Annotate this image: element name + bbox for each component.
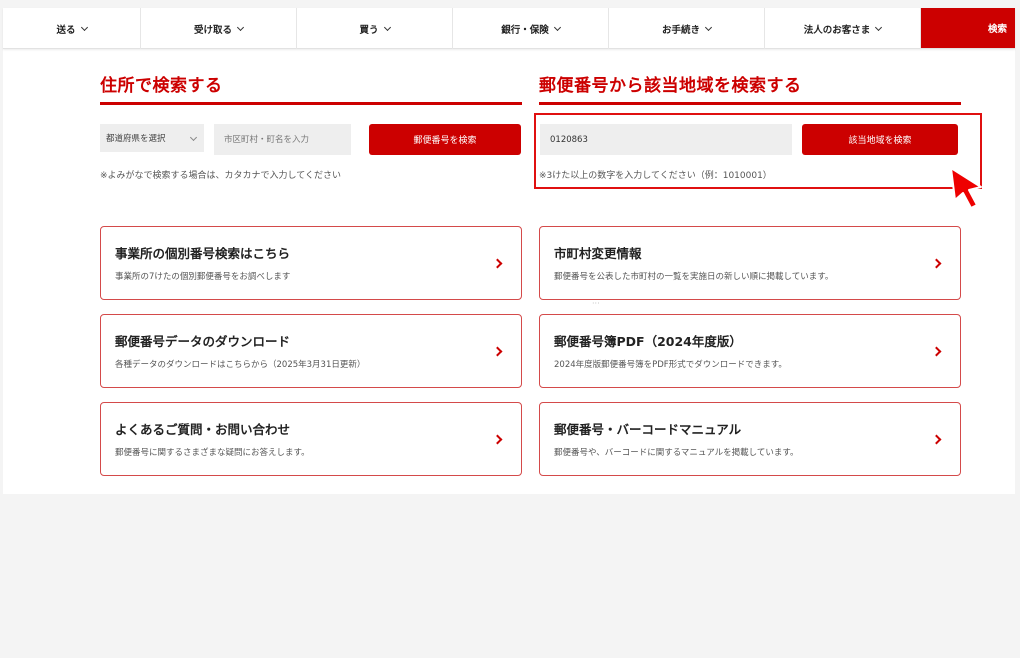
nav-item-label: 受け取る [193, 24, 232, 36]
nav-item-label: 法人のお客さま [803, 24, 871, 36]
card-desc: 郵便番号を公表した市町村の一覧を実施日の新しい順に掲載しています。 [554, 272, 834, 282]
card-desc: 2024年度版郵便番号簿をPDF形式でダウンロードできます。 [554, 360, 787, 370]
card-title: よくあるご質問・お問い合わせ [115, 422, 291, 437]
nav-item-label: 銀行・保険 [501, 24, 549, 36]
card-desc: 郵便番号や、バーコードに関するマニュアルを掲載しています。 [554, 448, 799, 458]
chevron-down-icon [189, 133, 198, 142]
nav-item-corporate[interactable]: 法人のお客さま [765, 8, 921, 49]
chevron-right-icon [931, 346, 942, 357]
chevron-down-icon [80, 23, 88, 31]
zip-code-input[interactable] [540, 124, 792, 155]
pointer-cursor-icon [950, 167, 982, 209]
address-search-rule [100, 102, 522, 105]
chevron-right-icon [492, 434, 503, 445]
zip-search-rule [539, 102, 961, 105]
card-desc: 郵便番号に関するさまざまな疑問にお答えします。 [115, 448, 310, 458]
search-area-button[interactable]: 該当地域を検索 [802, 124, 958, 155]
card-data-download[interactable]: 郵便番号データのダウンロード 各種データのダウンロードはこちらから（2025年3… [100, 314, 522, 388]
prefecture-select-value: 都道府県を選択 [106, 134, 166, 144]
address-search-note: ※よみがなで検索する場合は、カタカナで入力してください [100, 171, 342, 181]
card-zip-book-pdf[interactable]: 郵便番号簿PDF（2024年度版） 2024年度版郵便番号簿をPDF形式でダウン… [539, 314, 961, 388]
card-municipality-changes[interactable]: 市町村変更情報 郵便番号を公表した市町村の一覧を実施日の新しい順に掲載しています… [539, 226, 961, 300]
card-title: 郵便番号・バーコードマニュアル [554, 422, 742, 437]
nav-item-label: 買う [359, 24, 379, 36]
page-container: 送る 受け取る 買う 銀行・保険 お手続き 法人のお客さま 検索 住所で検索する [3, 8, 1015, 494]
nav-item-send[interactable]: 送る [3, 8, 141, 49]
separator-dots: ··· [592, 299, 600, 308]
chevron-down-icon [383, 23, 391, 31]
card-barcode-manual[interactable]: 郵便番号・バーコードマニュアル 郵便番号や、バーコードに関するマニュアルを掲載し… [539, 402, 961, 476]
zip-search-title: 郵便番号から該当地域を検索する [539, 76, 802, 96]
chevron-right-icon [931, 434, 942, 445]
card-title: 郵便番号データのダウンロード [115, 334, 291, 349]
chevron-down-icon [704, 23, 713, 31]
card-desc: 各種データのダウンロードはこちらから（2025年3月31日更新） [115, 360, 366, 370]
search-zip-button[interactable]: 郵便番号を検索 [369, 124, 521, 155]
global-nav: 送る 受け取る 買う 銀行・保険 お手続き 法人のお客さま 検索 [3, 8, 1015, 49]
card-title: 事業所の個別番号検索はこちら [115, 246, 291, 261]
nav-search-label: 検索 [987, 24, 1007, 35]
card-title: 郵便番号簿PDF（2024年度版） [554, 334, 742, 349]
card-title: 市町村変更情報 [554, 246, 642, 261]
nav-item-receive[interactable]: 受け取る [141, 8, 297, 49]
card-desc: 事業所の7けたの個別郵便番号をお調べします [115, 272, 291, 282]
nav-item-label: お手続き [661, 24, 700, 36]
nav-item-procedures[interactable]: お手続き [609, 8, 765, 49]
chevron-right-icon [492, 258, 503, 269]
city-input[interactable] [214, 124, 351, 155]
chevron-down-icon [236, 23, 245, 31]
chevron-down-icon [875, 23, 883, 31]
card-business-number-search[interactable]: 事業所の個別番号検索はこちら 事業所の7けたの個別郵便番号をお調べします [100, 226, 522, 300]
nav-item-bank-insurance[interactable]: 銀行・保険 [453, 8, 609, 49]
nav-search-button[interactable]: 検索 [921, 8, 1015, 48]
address-search-title: 住所で検索する [100, 76, 223, 96]
prefecture-select[interactable]: 都道府県を選択 [100, 124, 204, 152]
zip-search-note: ※3けた以上の数字を入力してください（例：1010001） [539, 171, 772, 181]
chevron-right-icon [931, 258, 942, 269]
nav-item-label: 送る [56, 24, 76, 36]
card-faq-contact[interactable]: よくあるご質問・お問い合わせ 郵便番号に関するさまざまな疑問にお答えします。 [100, 402, 522, 476]
chevron-right-icon [492, 346, 503, 357]
nav-item-buy[interactable]: 買う [297, 8, 453, 49]
chevron-down-icon [553, 23, 561, 31]
